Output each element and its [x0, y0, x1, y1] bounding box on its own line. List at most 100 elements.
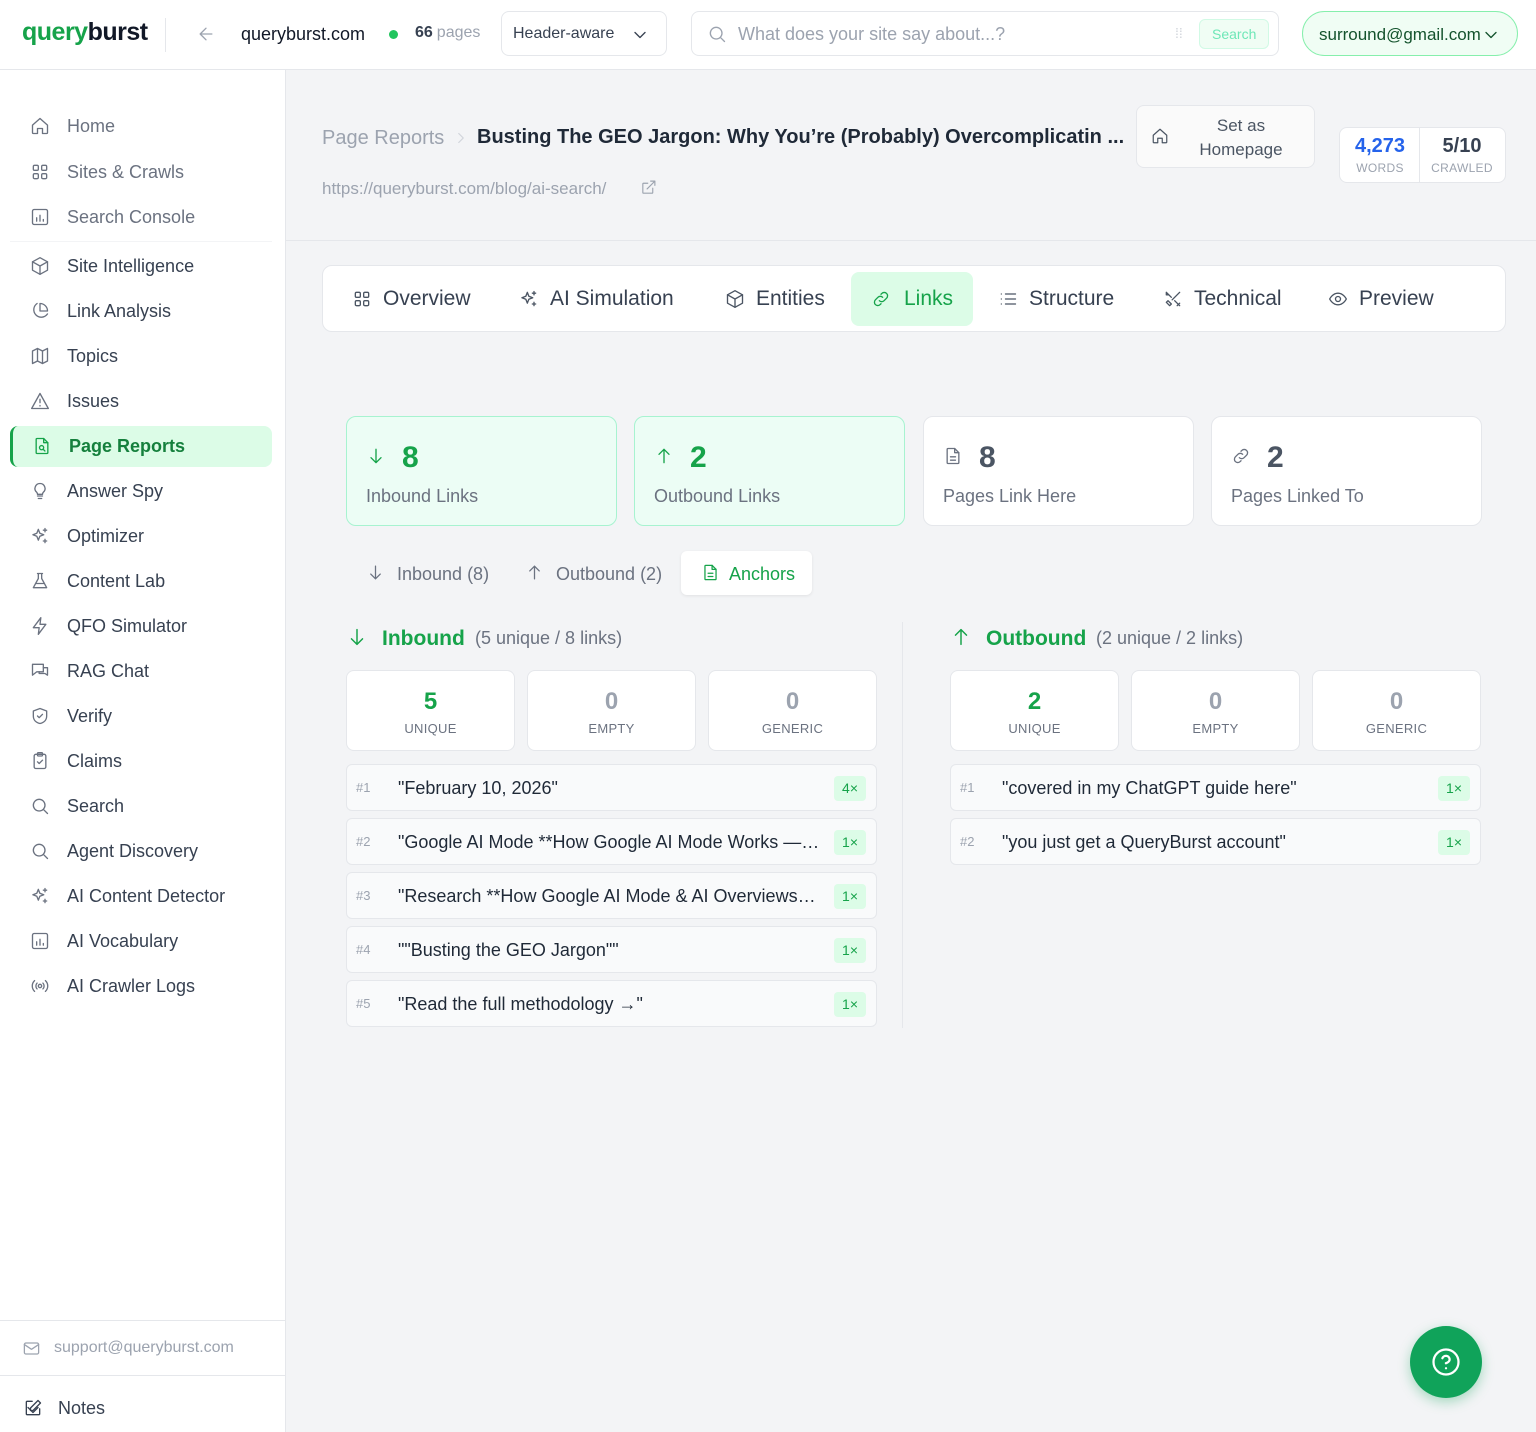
- search-input[interactable]: [738, 24, 1158, 45]
- grid-icon: [32, 164, 48, 180]
- tab-links[interactable]: Links: [851, 272, 973, 326]
- sparkles-icon: [521, 290, 537, 307]
- words-value: 4,273: [1354, 135, 1406, 157]
- chevron-down-icon: [27, 1406, 39, 1414]
- breadcrumb-parent[interactable]: Page Reports: [322, 127, 444, 150]
- sidebar-item-label: Optimizer: [67, 526, 145, 546]
- page-stats: 4,273 WORDS 5/10 CRAWLED: [1339, 127, 1506, 183]
- sidebar-item-sites-crawls[interactable]: Sites & Crawls: [10, 152, 272, 193]
- subtab-anchors[interactable]: Anchors: [681, 551, 812, 595]
- anchor-count-badge: 1×: [834, 884, 866, 909]
- app-logo[interactable]: queryburst: [22, 18, 148, 47]
- search-icon: [709, 26, 726, 43]
- account-menu[interactable]: surround@gmail.com: [1302, 11, 1518, 56]
- divider: [165, 18, 166, 52]
- anchor-rank: #1: [356, 780, 371, 795]
- arrow-up-icon: [658, 448, 670, 464]
- sidebar-item-label: AI Content Detector: [67, 886, 226, 906]
- account-email: surround@gmail.com: [1319, 25, 1481, 44]
- pages-linked-to-card: 2 Pages Linked To: [1211, 416, 1482, 526]
- inbound-unique-stat: 5 UNIQUE: [346, 670, 515, 751]
- anchor-count-badge: 1×: [834, 992, 866, 1017]
- sidebar-item-issues[interactable]: Issues: [10, 381, 272, 422]
- tab-preview[interactable]: Preview: [1328, 272, 1458, 326]
- sidebar-item-verify[interactable]: Verify: [10, 696, 272, 737]
- anchor-rank: #1: [960, 780, 975, 795]
- sidebar-item-label: Content Lab: [67, 571, 166, 591]
- sidebar-item-content-lab[interactable]: Content Lab: [10, 561, 272, 602]
- header-mode-select[interactable]: Header-aware: [501, 11, 667, 56]
- sidebar-item-optimizer[interactable]: Optimizer: [10, 516, 272, 557]
- crawled-label: CRAWLED: [1431, 161, 1493, 175]
- card-value: 2: [1267, 441, 1284, 474]
- anchor-row[interactable]: #2 "Google AI Mode **How Google AI Mode …: [346, 818, 877, 865]
- sidebar-item-agent-discovery[interactable]: Agent Discovery: [10, 831, 272, 872]
- sidebar-item-search-console[interactable]: Search Console: [10, 197, 272, 238]
- sidebar-item-label: Verify: [67, 706, 113, 726]
- sidebar-item-label: AI Crawler Logs: [67, 976, 196, 996]
- anchor-row[interactable]: #3 "Research **How Google AI Mode & AI O…: [346, 872, 877, 919]
- anchor-row[interactable]: #4 ""Busting the GEO Jargon"" 1×: [346, 926, 877, 973]
- sidebar-item-rag-chat[interactable]: RAG Chat: [10, 651, 272, 692]
- sidebar-item-ai-content-detector[interactable]: AI Content Detector: [10, 876, 272, 917]
- anchor-count-badge: 1×: [1438, 830, 1470, 855]
- subtab-outbound[interactable]: Outbound (2): [505, 551, 675, 595]
- notes-toggle[interactable]: Notes: [0, 1375, 285, 1432]
- anchor-rank: #2: [356, 834, 371, 849]
- anchor-text: "Google AI Mode **How Google AI Mode Wor…: [398, 832, 820, 852]
- link-icon: [1233, 448, 1249, 464]
- sidebar-item-topics[interactable]: Topics: [10, 336, 272, 377]
- tab-overview[interactable]: Overview: [352, 272, 492, 326]
- sidebar-item-search[interactable]: Search: [10, 786, 272, 827]
- box-icon: [31, 257, 49, 275]
- page-url[interactable]: https://queryburst.com/blog/ai-search/: [322, 179, 606, 199]
- external-link-icon[interactable]: [640, 179, 657, 196]
- tab-ai-simulation[interactable]: AI Simulation: [519, 272, 699, 326]
- anchor-row[interactable]: #2 "you just get a QueryBurst account" 1…: [950, 818, 1481, 865]
- tab-structure[interactable]: Structure: [998, 272, 1138, 326]
- shield-check-icon: [32, 707, 48, 725]
- sidebar-item-home[interactable]: Home: [10, 106, 272, 147]
- site-domain[interactable]: queryburst.com: [241, 24, 365, 45]
- stat-label: UNIQUE: [1008, 721, 1061, 736]
- list-icon: [1000, 293, 1017, 305]
- stat-label: UNIQUE: [404, 721, 457, 736]
- tab-technical[interactable]: Technical: [1163, 272, 1303, 326]
- anchor-row[interactable]: #5 "Read the full methodology →" 1×: [346, 980, 877, 1027]
- sidebar-item-qfo-simulator[interactable]: QFO Simulator: [10, 606, 272, 647]
- page-title: Busting The GEO Jargon: Why You’re (Prob…: [477, 126, 1125, 148]
- bar-chart-icon: [31, 932, 49, 950]
- sidebar-item-page-reports[interactable]: Page Reports: [10, 426, 272, 467]
- sidebar-item-label: Page Reports: [69, 436, 186, 456]
- back-arrow-icon[interactable]: [196, 24, 216, 44]
- sidebar-divider: [10, 241, 272, 242]
- status-dot: [389, 30, 398, 39]
- set-homepage-button[interactable]: Set as Homepage: [1136, 105, 1315, 168]
- crawled-stat: 5/10 CRAWLED: [1422, 135, 1502, 175]
- sparkles-icon: [32, 887, 48, 904]
- stat-value: 2: [1027, 688, 1042, 715]
- sidebar-item-answer-spy[interactable]: Answer Spy: [10, 471, 272, 512]
- anchor-rank: #5: [356, 996, 371, 1011]
- sidebar-item-site-intelligence[interactable]: Site Intelligence: [10, 246, 272, 287]
- sidebar-item-ai-crawler-logs[interactable]: AI Crawler Logs: [10, 966, 272, 1007]
- messages-icon: [31, 663, 49, 676]
- sidebar-item-ai-vocabulary[interactable]: AI Vocabulary: [10, 921, 272, 962]
- stat-label: EMPTY: [1192, 721, 1239, 736]
- tab-label: Entities: [756, 287, 825, 310]
- anchor-row[interactable]: #1 "covered in my ChatGPT guide here" 1×: [950, 764, 1481, 811]
- chevron-right-icon: [458, 132, 464, 144]
- sidebar-item-claims[interactable]: Claims: [10, 741, 272, 782]
- subtab-inbound[interactable]: Inbound (8): [346, 551, 506, 595]
- help-button[interactable]: [1410, 1326, 1482, 1398]
- anchor-text: "Research **How Google AI Mode & AI Over…: [398, 886, 820, 906]
- anchor-row[interactable]: #1 "February 10, 2026" 4×: [346, 764, 877, 811]
- tab-entities[interactable]: Entities: [725, 272, 845, 326]
- sidebar-item-label: Link Analysis: [67, 301, 172, 321]
- search-button[interactable]: Search: [1199, 19, 1270, 49]
- sidebar-item-link-analysis[interactable]: Link Analysis: [10, 291, 272, 332]
- sidebar-item-label: QFO Simulator: [67, 616, 188, 636]
- support-email: support@queryburst.com: [54, 1339, 234, 1356]
- keyboard-hint: ⁞⁞: [1175, 25, 1183, 41]
- support-link[interactable]: support@queryburst.com: [0, 1320, 285, 1372]
